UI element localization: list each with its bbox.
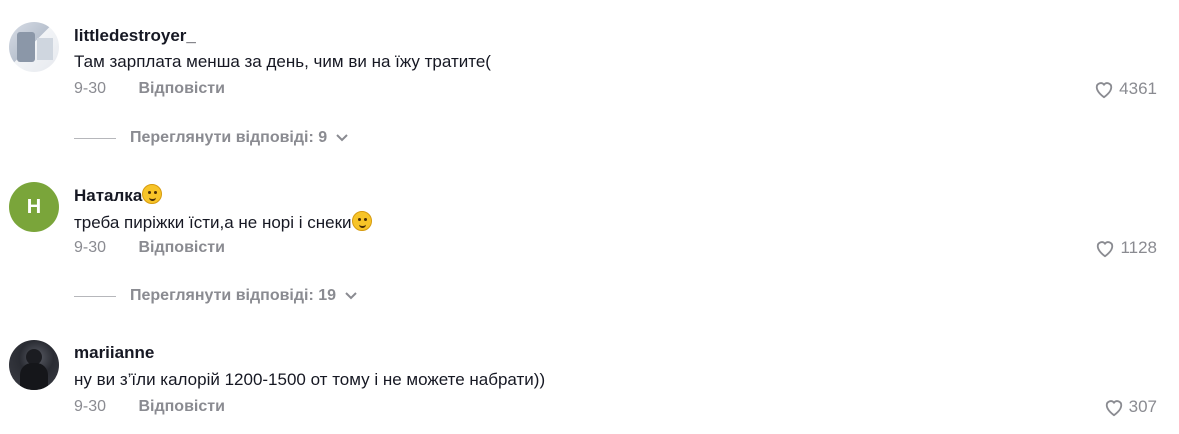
view-replies-label: Переглянути відповіді: 19	[130, 287, 337, 304]
reply-button[interactable]: Відповісти	[138, 398, 224, 415]
comment-username[interactable]: Наталка	[74, 184, 163, 206]
like-button[interactable]: 4361	[1093, 79, 1157, 99]
divider-line	[74, 295, 116, 297]
like-count: 1128	[1120, 238, 1157, 257]
avatar[interactable]: H	[9, 182, 59, 232]
divider-line	[74, 137, 116, 139]
reply-button[interactable]: Відповісти	[138, 80, 224, 97]
comment-meta: 9-30 Відповісти	[74, 239, 225, 257]
comment-meta: 9-30 Відповісти	[74, 80, 225, 98]
comment-text-body: треба пиріжки їсти,а не норі і снеки	[74, 213, 352, 232]
view-replies-button[interactable]: Переглянути відповіді: 19	[74, 287, 358, 305]
heart-outline-icon	[1105, 400, 1122, 417]
comment-date: 9-30	[74, 80, 107, 97]
view-replies-button[interactable]: Переглянути відповіді: 9	[74, 129, 349, 147]
comment-username[interactable]: mariianne	[74, 343, 154, 363]
avatar[interactable]	[9, 340, 59, 390]
comment-meta: 9-30 Відповісти	[74, 398, 225, 416]
comment-date: 9-30	[74, 398, 107, 415]
heart-outline-icon	[1095, 82, 1113, 99]
comment-date: 9-30	[74, 239, 107, 256]
smile-emoji-icon	[142, 184, 163, 204]
heart-outline-icon	[1097, 241, 1114, 258]
smile-emoji-icon	[351, 211, 372, 231]
like-button[interactable]: 307	[1103, 397, 1157, 417]
avatar[interactable]	[9, 22, 59, 72]
chevron-down-icon	[345, 292, 357, 300]
like-button[interactable]: 1128	[1094, 238, 1157, 258]
reply-button[interactable]: Відповісти	[138, 239, 224, 256]
chevron-down-icon	[336, 134, 348, 142]
comment-text: ну ви з’їли калорій 1200-1500 от тому і …	[74, 370, 546, 389]
comment-text: Там зарплата менша за день, чим ви на їж…	[74, 52, 491, 71]
like-count: 307	[1128, 397, 1157, 416]
comment-username[interactable]: littledestroyer_	[74, 26, 196, 46]
like-count: 4361	[1119, 79, 1157, 98]
view-replies-label: Переглянути відповіді: 9	[130, 129, 328, 146]
comment-username-text: Наталка	[74, 186, 143, 205]
comment-text: треба пиріжки їсти,а не норі і снеки	[74, 211, 372, 233]
